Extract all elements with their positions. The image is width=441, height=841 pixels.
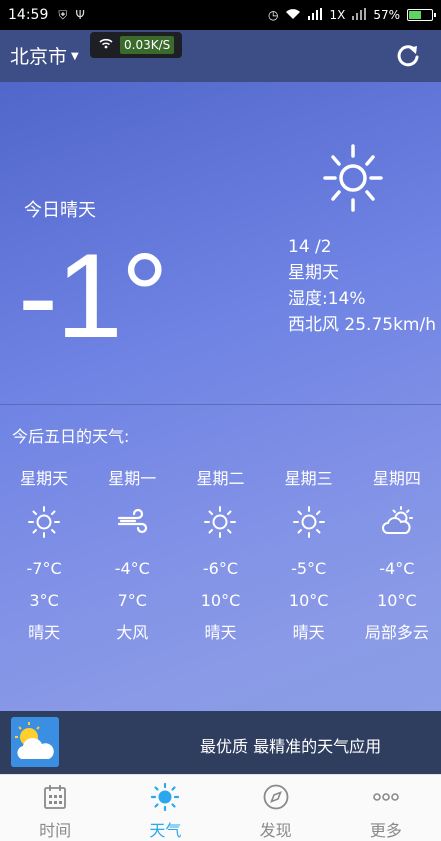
forecast-title: 今后五日的天气: (12, 427, 130, 446)
city-selector[interactable]: 北京市 ▼ (10, 42, 79, 69)
forecast-condition: 晴天 (292, 623, 325, 642)
signal-4g-icon (352, 7, 367, 23)
calendar-icon (44, 785, 67, 809)
city-name: 北京市 (10, 46, 68, 68)
forecast-day: 星期二 -6°C 10°C 晴天 (176, 465, 264, 643)
today-wind: 西北风 25.75km/h (288, 315, 436, 335)
today-condition: 今日晴天 (24, 200, 96, 221)
today-weekday: 星期天 (288, 263, 339, 283)
network-type: 1X (329, 8, 346, 22)
compass-icon (263, 784, 289, 810)
caret-down-icon: ▼ (71, 51, 79, 62)
today-humidity: 湿度:14% (288, 289, 366, 309)
forecast-low: -4°C (379, 559, 415, 578)
forecast-high: 10°C (200, 591, 241, 610)
ad-banner[interactable]: 最优质 最精准的天气应用 (0, 711, 441, 774)
forecast-condition: 大风 (116, 623, 149, 642)
today-date: 14 /2 (288, 237, 332, 257)
sun-icon (323, 144, 383, 212)
forecast-condition: 晴天 (204, 623, 237, 642)
sun-icon (28, 506, 61, 538)
shield-icon: ⛨ (58, 7, 68, 22)
tab-discover[interactable]: 发现 (221, 775, 331, 841)
tab-label: 天气 (149, 821, 182, 840)
sun-icon (151, 783, 180, 811)
wifi-icon (285, 8, 301, 23)
current-temperature: -1° (18, 229, 169, 363)
app-header: 北京市 ▼ 0.03K/S (0, 30, 441, 82)
forecast-day: 星期天 -7°C 3°C 晴天 (0, 465, 88, 643)
forecast-high: 3°C (29, 591, 59, 610)
forecast-day-name: 星期天 (20, 469, 69, 488)
alarm-icon: ◷ (267, 8, 279, 22)
partly-cloudy-icon (381, 506, 413, 534)
tab-time[interactable]: 时间 (0, 775, 110, 841)
wifi-icon (98, 37, 114, 53)
tab-more[interactable]: 更多 (331, 775, 441, 841)
forecast-list: 星期天 -7°C 3°C 晴天 星期一 -4°C 7°C 大风 星期二 -6°C… (0, 465, 441, 643)
forecast-day: 星期一 -4°C 7°C 大风 (88, 465, 176, 643)
forecast-condition: 晴天 (28, 623, 61, 642)
battery-icon (407, 9, 436, 21)
forecast-high: 10°C (288, 591, 329, 610)
status-time: 14:59 (8, 7, 49, 23)
more-icon (373, 793, 399, 801)
forecast-day-name: 星期一 (108, 469, 157, 488)
forecast-low: -7°C (26, 559, 62, 578)
forecast-high: 7°C (117, 591, 147, 610)
forecast-day-name: 星期二 (196, 469, 245, 488)
forecast-day: 星期三 -5°C 10°C 晴天 (265, 465, 353, 643)
banner-text: 最优质 最精准的天气应用 (200, 737, 382, 756)
wind-icon (118, 508, 148, 534)
tab-label: 发现 (259, 821, 292, 840)
forecast-condition: 局部多云 (364, 623, 429, 642)
net-speed-value: 0.03K/S (120, 36, 175, 54)
tab-weather[interactable]: 天气 (110, 775, 220, 841)
forecast-high: 10°C (377, 591, 417, 610)
forecast-low: -4°C (114, 559, 150, 578)
refresh-icon[interactable] (395, 42, 421, 68)
status-bar: 14:59 ⛨ Ψ ◷ 1X 57% (0, 0, 441, 30)
sun-icon (204, 506, 237, 538)
divider (0, 404, 441, 405)
today-details: 14 /2 星期天 湿度:14% 西北风 25.75km/h (288, 234, 436, 338)
forecast-low: -6°C (202, 559, 239, 578)
tab-label: 时间 (39, 821, 72, 840)
forecast-day: 星期四 -4°C 10°C 局部多云 (353, 465, 441, 643)
weather-app-logo (11, 717, 59, 767)
usb-icon: Ψ (75, 8, 85, 22)
signal-icon (308, 7, 323, 23)
forecast-low: -5°C (291, 559, 327, 578)
forecast-day-name: 星期三 (284, 469, 333, 488)
forecast-day-name: 星期四 (372, 469, 421, 488)
net-speed-overlay: 0.03K/S (90, 32, 182, 58)
tab-label: 更多 (369, 821, 402, 840)
sun-icon (292, 506, 325, 538)
battery-percent: 57% (373, 8, 400, 22)
bottom-tab-bar: 时间 天气 发现 更多 (0, 774, 441, 841)
